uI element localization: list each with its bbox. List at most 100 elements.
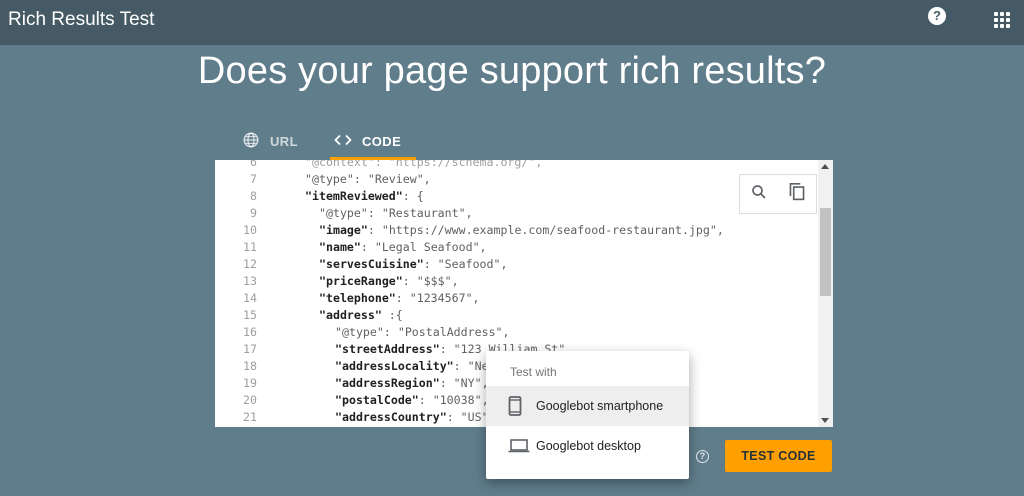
line-number: 12 [243,257,257,271]
line-number: 10 [243,223,257,237]
menu-item-googlebot-desktop[interactable]: Googlebot desktop [486,426,689,466]
json-token: : "PostalAddress", [383,325,510,339]
line-number: 20 [243,393,257,407]
help-circle-icon[interactable]: ? [928,7,946,25]
tab-code-label: CODE [362,133,402,149]
line-number: 17 [243,342,257,356]
json-key: "postalCode" [335,393,419,407]
line-number: 9 [250,206,257,220]
app-title: Rich Results Test [8,9,155,30]
json-token: "@context" [305,160,375,169]
code-line: 16 "@type": "PostalAddress", [215,324,815,341]
json-token: : "10038", [418,393,489,407]
json-key: "name" [319,240,361,254]
json-token: : "https://schema.org/", [374,160,543,169]
json-token: : "https://www.example.com/seafood-resta… [367,223,724,237]
json-token: : "NY", [439,376,489,390]
test-code-button[interactable]: TEST CODE [725,440,832,472]
line-number: 18 [243,359,257,373]
code-line: 10 "image": "https://www.example.com/seaf… [215,222,815,239]
json-token: :{ [381,308,403,322]
code-text: "address" :{ [319,307,403,324]
test-help-icon[interactable]: ? [696,450,709,463]
json-key: "address" [319,308,382,322]
code-text: "name": "Legal Seafood", [319,239,487,256]
laptop-icon [508,439,536,453]
json-token: "@type" [319,206,368,220]
tab-url[interactable]: URL [242,124,298,158]
code-text: "@type": "Review", [305,171,431,188]
code-line: 7 "@type": "Review", [215,171,815,188]
json-key: "itemReviewed" [305,189,403,203]
code-text: "telephone": "1234567", [319,290,480,307]
apps-grid-icon[interactable] [994,12,1010,28]
code-text: "postalCode": "10038", [335,392,489,409]
code-text: "@type": "PostalAddress", [335,324,510,341]
menu-item-label: Googlebot desktop [536,439,641,453]
json-key: "addressRegion" [335,376,440,390]
code-text: "addressRegion": "NY", [335,375,489,392]
code-text: "itemReviewed": { [305,188,424,205]
code-line: 8 "itemReviewed": { [215,188,815,205]
json-key: "addressLocality" [335,359,454,373]
code-line: 13 "priceRange": "$$$", [215,273,815,290]
app-bar: Rich Results Test ? [0,0,1024,45]
code-line: 14 "telephone": "1234567", [215,290,815,307]
code-line: 9 "@type": "Restaurant", [215,205,815,222]
line-number: 16 [243,325,257,339]
json-key: "priceRange" [319,274,403,288]
json-key: "image" [319,223,368,237]
json-token: : "US" [446,410,489,424]
line-number: 19 [243,376,257,390]
json-token: "@type" [335,325,384,339]
json-token: : { [402,189,424,203]
line-number: 7 [250,172,257,186]
code-text: "image": "https://www.example.com/seafoo… [319,222,724,239]
json-token: : "Review", [353,172,431,186]
tab-url-label: URL [270,133,298,149]
code-brackets-icon [334,133,352,150]
json-token: : "1234567", [395,291,480,305]
line-number: 8 [250,189,257,203]
test-with-menu: Test with Googlebot smartphone Googlebot… [486,351,689,479]
line-number: 13 [243,274,257,288]
json-key: "servesCuisine" [319,257,424,271]
code-line: 6 "@context": "https://schema.org/", [215,160,815,171]
line-number: 11 [243,240,257,254]
menu-header: Test with [510,365,557,379]
code-line: 15 "address" :{ [215,307,815,324]
line-number: 21 [243,410,257,424]
code-line: 12 "servesCuisine": "Seafood", [215,256,815,273]
scroll-thumb[interactable] [820,208,831,296]
code-text: "@context": "https://schema.org/", [305,160,542,171]
code-text: "addressCountry": "US" [335,409,489,426]
code-text: "addressLocality": "Ne [335,358,489,375]
page-headline: Does your page support rich results? [197,50,827,92]
json-token: "@type" [305,172,354,186]
menu-item-googlebot-smartphone[interactable]: Googlebot smartphone [486,386,689,426]
code-text: "priceRange": "$$$", [319,273,459,290]
json-token: : "Ne [453,359,489,373]
code-text: "@type": "Restaurant", [319,205,473,222]
globe-icon [242,131,260,152]
tab-code[interactable]: CODE [330,124,416,160]
copy-icon[interactable] [788,182,806,207]
json-token: : "$$$", [402,274,459,288]
json-key: "addressCountry" [335,410,447,424]
line-number: 6 [250,160,257,169]
json-key: "telephone" [319,291,396,305]
menu-item-label: Googlebot smartphone [536,399,664,413]
scroll-up-arrow-icon[interactable] [821,164,829,169]
editor-toolbar [739,174,817,214]
code-text: "servesCuisine": "Seafood", [319,256,507,273]
scroll-down-arrow-icon[interactable] [821,418,829,423]
smartphone-icon [508,396,536,416]
json-token: : "Seafood", [423,257,508,271]
editor-scrollbar[interactable] [818,160,833,427]
search-icon[interactable] [750,183,768,206]
json-key: "streetAddress" [335,342,440,356]
code-line: 11 "name": "Legal Seafood", [215,239,815,256]
json-token: : "Restaurant", [367,206,473,220]
line-number: 14 [243,291,257,305]
json-token: : "Legal Seafood", [360,240,487,254]
